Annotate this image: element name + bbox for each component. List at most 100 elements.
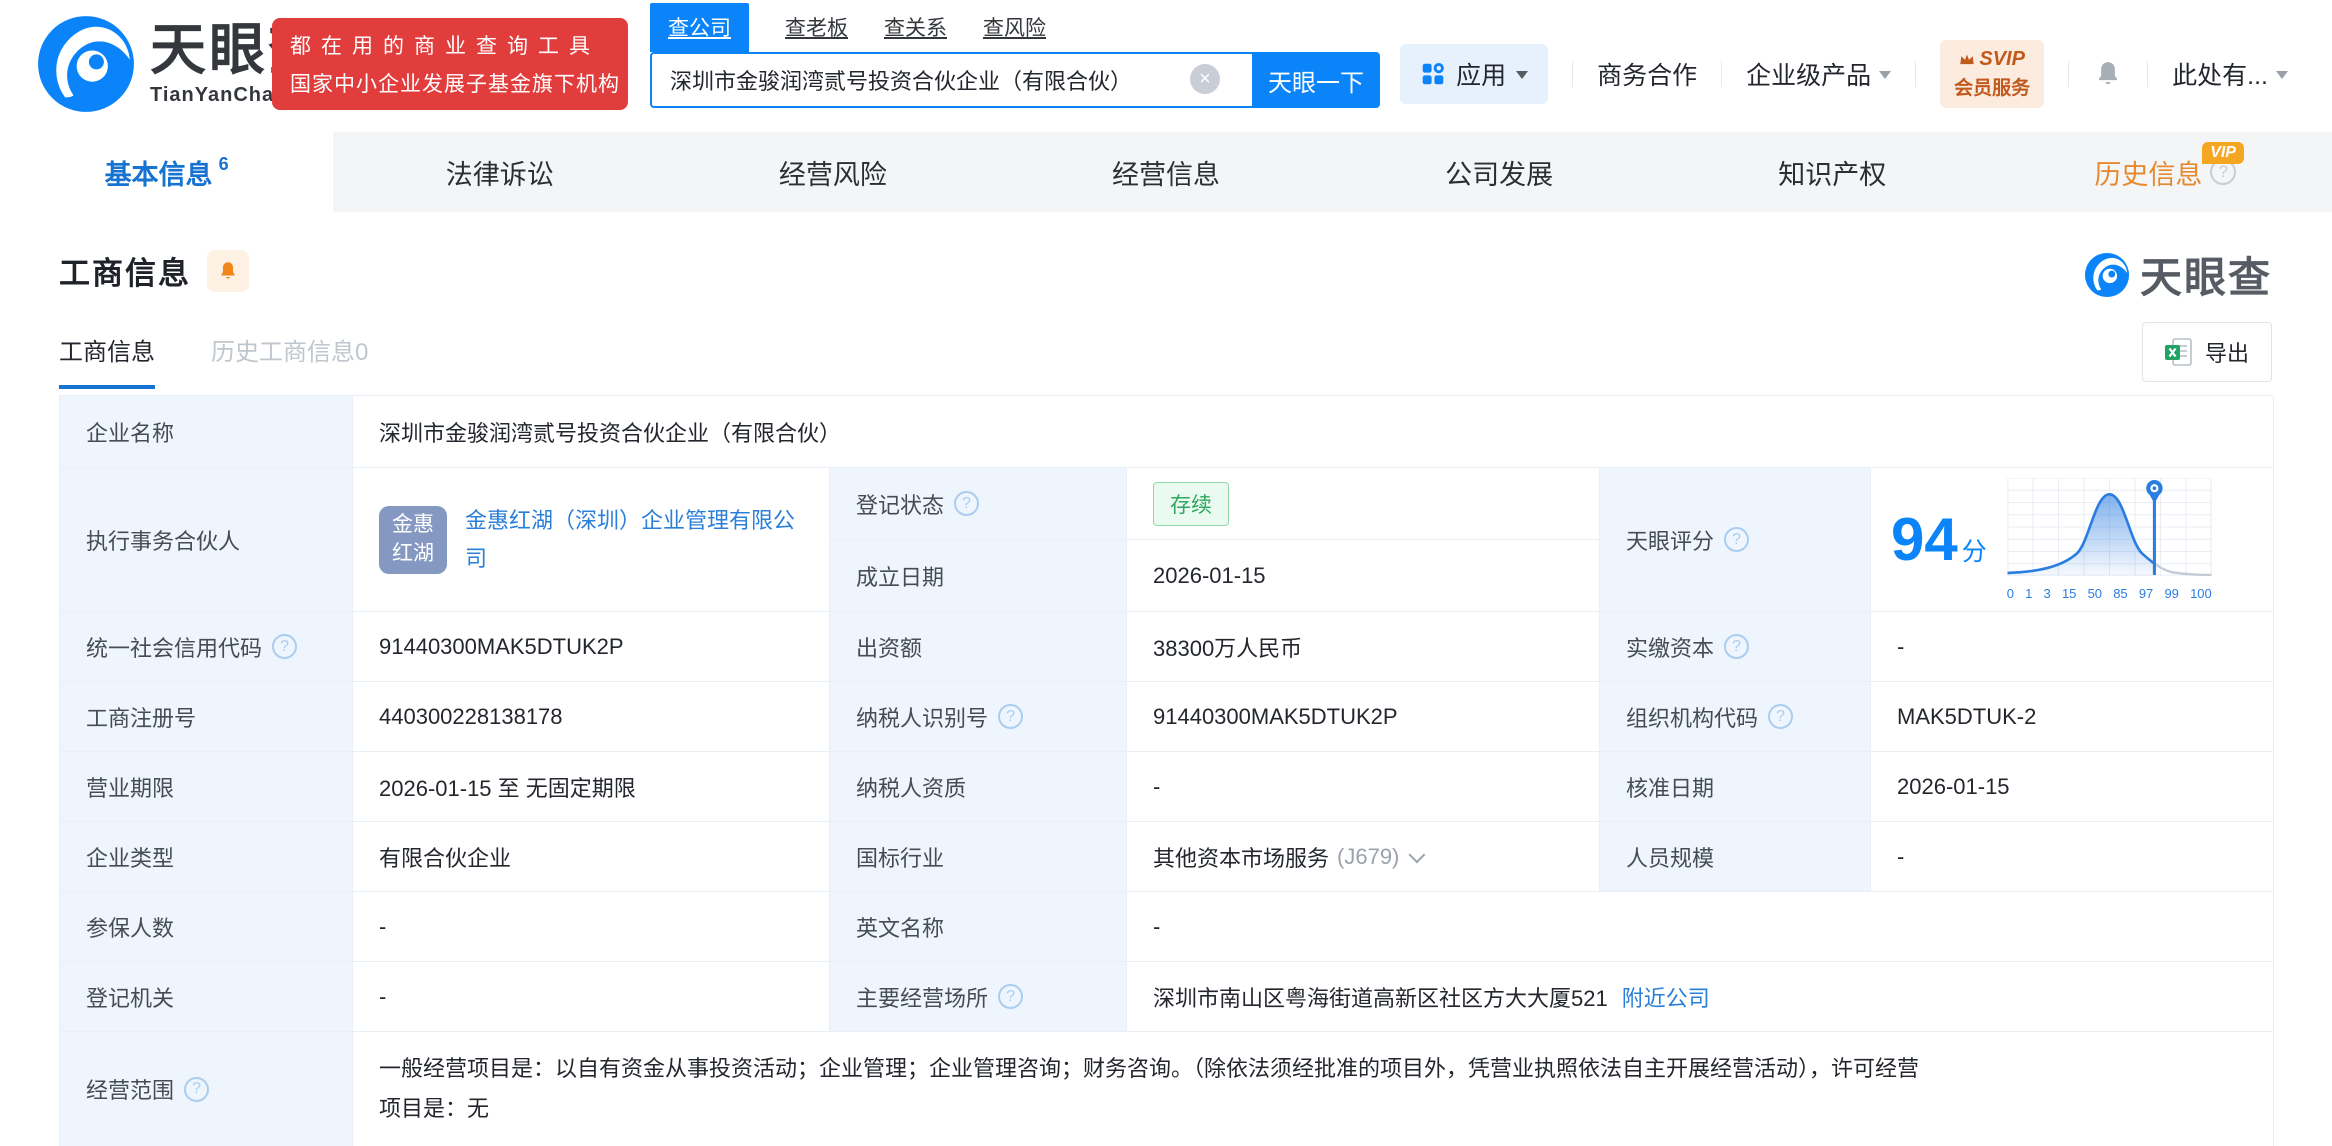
account-label: 此处有... bbox=[2172, 62, 2268, 90]
menu-enterprise-label: 企业级产品 bbox=[1746, 62, 1872, 90]
notification-bell-icon[interactable] bbox=[2093, 59, 2123, 89]
value-credit-code: 91440300MAK5DTUK2P bbox=[353, 612, 830, 682]
tab-company-development[interactable]: 公司发展 bbox=[1333, 132, 1666, 212]
tianyancha-swirl-icon bbox=[2084, 252, 2130, 297]
search-tab-company[interactable]: 查公司 bbox=[650, 3, 749, 52]
export-label: 导出 bbox=[2204, 341, 2249, 366]
tianyancha-swirl-icon bbox=[38, 16, 134, 112]
label-credit-code: 统一社会信用代码? bbox=[60, 612, 353, 682]
value-company-name: 深圳市金骏润湾贰号投资合伙企业（有限合伙） bbox=[353, 396, 2274, 468]
svip-sublabel: 会员服务 bbox=[1954, 78, 2031, 99]
clear-search-icon[interactable]: × bbox=[1190, 64, 1220, 94]
divider bbox=[2147, 61, 2149, 87]
search-input[interactable] bbox=[650, 52, 1252, 108]
search-tab-boss[interactable]: 查老板 bbox=[785, 12, 848, 52]
subtabs: 工商信息 历史工商信息0 bbox=[59, 332, 368, 389]
label-approval-date: 核准日期 bbox=[1600, 752, 1871, 822]
value-insured-count: - bbox=[353, 892, 830, 962]
tab-business-info[interactable]: 经营信息 bbox=[999, 132, 1332, 212]
search-tab-risk[interactable]: 查风险 bbox=[983, 12, 1046, 52]
label-taxpayer-id: 纳税人识别号? bbox=[830, 682, 1127, 752]
score-distribution-chart: 0 1 3 15 50 85 97 99 100 bbox=[2006, 477, 2212, 601]
menu-cooperation[interactable]: 商务合作 bbox=[1597, 56, 1697, 92]
label-registration-status: 登记状态? bbox=[830, 468, 1127, 540]
help-icon[interactable]: ? bbox=[1768, 704, 1794, 729]
crown-icon bbox=[1960, 54, 1975, 65]
search-button[interactable]: 天眼一下 bbox=[1252, 52, 1380, 108]
divider bbox=[1721, 61, 1723, 87]
nearby-companies-link[interactable]: 附近公司 bbox=[1622, 981, 1710, 1013]
tab-intellectual-property[interactable]: 知识产权 bbox=[1666, 132, 1999, 212]
value-english-name: - bbox=[1127, 892, 2274, 962]
svip-label: SVIP bbox=[1979, 48, 2025, 70]
label-business-site: 主要经营场所? bbox=[830, 962, 1127, 1032]
value-reg-number: 440300228138178 bbox=[353, 682, 830, 752]
monitor-bell-button[interactable] bbox=[207, 249, 249, 292]
expand-chevron-icon[interactable] bbox=[1408, 845, 1426, 863]
value-company-type: 有限合伙企业 bbox=[353, 822, 830, 892]
help-icon[interactable]: ? bbox=[998, 704, 1024, 729]
value-registration-status: 存续 bbox=[1127, 468, 1600, 540]
top-header: 天眼查 TianYanCha.com 都在用的商业查询工具 国家中小企业发展子基… bbox=[0, 0, 2332, 132]
brand-slogan-badge: 都在用的商业查询工具 国家中小企业发展子基金旗下机构 bbox=[272, 18, 628, 110]
slogan-line1: 都在用的商业查询工具 bbox=[290, 35, 600, 58]
help-icon[interactable]: ? bbox=[184, 1076, 210, 1102]
score-axis-ticks: 0 1 3 15 50 85 97 99 100 bbox=[2006, 586, 2212, 601]
tab-history-info[interactable]: VIP 历史信息 ? bbox=[1999, 132, 2332, 212]
help-icon[interactable]: ? bbox=[272, 634, 298, 659]
export-button[interactable]: 导出 bbox=[2141, 322, 2272, 382]
value-establish-date: 2026-01-15 bbox=[1127, 540, 1600, 612]
divider bbox=[1572, 61, 1574, 87]
label-establish-date: 成立日期 bbox=[830, 540, 1127, 612]
value-business-site: 深圳市南山区粤海街道高新区社区方大大厦521 附近公司 bbox=[1127, 962, 2274, 1032]
tianyancha-watermark: 天眼查 bbox=[2084, 244, 2272, 305]
help-icon[interactable]: ? bbox=[954, 491, 980, 516]
value-industry: 其他资本市场服务 (J679) bbox=[1127, 822, 1600, 892]
apps-grid-icon bbox=[1422, 63, 1444, 85]
help-icon[interactable]: ? bbox=[1724, 634, 1750, 659]
divider bbox=[2068, 61, 2070, 87]
score-number: 94 分 bbox=[1891, 505, 1987, 573]
label-staff-size: 人员规模 bbox=[1600, 822, 1871, 892]
help-icon[interactable]: ? bbox=[1724, 527, 1750, 552]
partner-avatar[interactable]: 金惠 红湖 bbox=[379, 505, 447, 574]
chevron-down-icon bbox=[1516, 71, 1529, 85]
tab-operating-risk[interactable]: 经营风险 bbox=[666, 132, 999, 212]
search-tab-relation[interactable]: 查关系 bbox=[884, 12, 947, 52]
chevron-down-icon bbox=[2276, 71, 2288, 85]
label-business-term: 营业期限 bbox=[60, 752, 353, 822]
label-executive-partner: 执行事务合伙人 bbox=[60, 468, 353, 612]
label-taxpayer-quality: 纳税人资质 bbox=[830, 752, 1127, 822]
label-company-type: 企业类型 bbox=[60, 822, 353, 892]
tianyancha-company-page: 天眼查 TianYanCha.com 都在用的商业查询工具 国家中小企业发展子基… bbox=[0, 0, 2332, 1146]
menu-enterprise[interactable]: 企业级产品 bbox=[1746, 56, 1892, 92]
svip-membership-badge[interactable]: SVIP 会员服务 bbox=[1940, 40, 2045, 108]
help-icon[interactable]: ? bbox=[998, 984, 1024, 1009]
partner-company-link[interactable]: 金惠红湖（深圳）企业管理有限公司 bbox=[465, 502, 813, 577]
label-paid-capital: 实缴资本? bbox=[1600, 612, 1871, 682]
tab-basic-info[interactable]: 基本信息 6 bbox=[0, 132, 334, 212]
excel-icon bbox=[2164, 338, 2192, 366]
tab-legal-proceedings[interactable]: 法律诉讼 bbox=[333, 132, 666, 212]
account-menu[interactable]: 此处有... bbox=[2172, 56, 2288, 92]
status-badge: 存续 bbox=[1153, 481, 1229, 526]
value-business-term: 2026-01-15 至 无固定期限 bbox=[353, 752, 830, 822]
value-org-code: MAK5DTUK-2 bbox=[1871, 682, 2274, 752]
label-industry: 国标行业 bbox=[830, 822, 1127, 892]
tab-count-badge: 6 bbox=[218, 153, 229, 174]
chevron-down-icon bbox=[1879, 71, 1892, 85]
watermark-text: 天眼查 bbox=[2139, 254, 2272, 301]
industry-code: (J679) bbox=[1337, 843, 1400, 869]
value-approval-date: 2026-01-15 bbox=[1871, 752, 2274, 822]
apps-menu[interactable]: 应用 bbox=[1400, 44, 1549, 104]
search-tabs: 查公司 查老板 查关系 查风险 bbox=[650, 3, 1380, 52]
subtab-business-registration[interactable]: 工商信息 bbox=[59, 332, 155, 389]
value-capital: 38300万人民币 bbox=[1127, 612, 1600, 682]
section-title: 工商信息 bbox=[59, 256, 191, 291]
value-paid-capital: - bbox=[1871, 612, 2274, 682]
tab-label: 基本信息 bbox=[104, 159, 213, 190]
value-executive-partner: 金惠 红湖 金惠红湖（深圳）企业管理有限公司 bbox=[353, 468, 830, 612]
value-business-scope: 一般经营项目是：以自有资金从事投资活动；企业管理；企业管理咨询；财务咨询。（除依… bbox=[353, 1032, 2274, 1146]
label-business-scope: 经营范围? bbox=[60, 1032, 353, 1146]
subtab-history-registration[interactable]: 历史工商信息0 bbox=[211, 332, 368, 389]
